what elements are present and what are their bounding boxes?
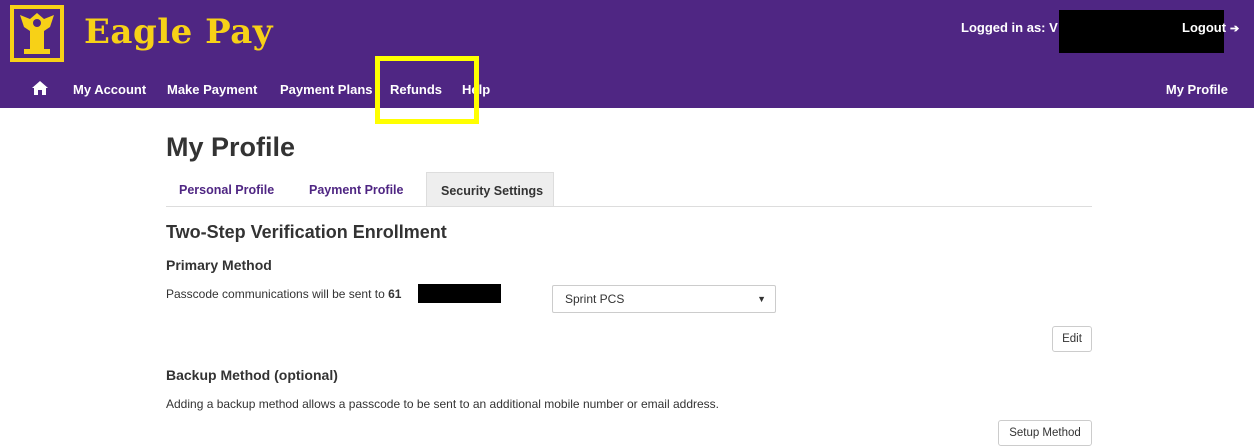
backup-method-text: Adding a backup method allows a passcode… bbox=[166, 397, 720, 411]
passcode-text: Passcode communications will be sent to bbox=[166, 287, 389, 301]
brand-title[interactable]: Eagle Pay bbox=[84, 12, 273, 52]
enrollment-title: Two-Step Verification Enrollment bbox=[166, 222, 447, 242]
tab-security-settings[interactable]: Security Settings bbox=[426, 172, 554, 206]
highlight-box bbox=[375, 56, 479, 124]
chevron-down-icon: ▼ bbox=[757, 294, 766, 304]
profile-tabs: Personal Profile Payment Profile Securit… bbox=[166, 172, 1092, 207]
phone-prefix: 61 bbox=[388, 287, 402, 301]
carrier-select[interactable]: Sprint PCS ▼ bbox=[552, 285, 776, 313]
home-icon[interactable] bbox=[31, 80, 49, 96]
primary-method-text: Passcode communications will be sent to … bbox=[166, 286, 401, 302]
nav-my-account[interactable]: My Account bbox=[73, 82, 146, 98]
main-nav: My Account Make Payment Payment Plans Re… bbox=[0, 72, 1254, 108]
logout-icon: ➔ bbox=[1230, 23, 1240, 35]
tab-payment-profile[interactable]: Payment Profile bbox=[309, 172, 403, 206]
nav-payment-plans[interactable]: Payment Plans bbox=[280, 82, 373, 98]
primary-method-heading: Primary Method bbox=[166, 257, 272, 273]
nav-my-profile[interactable]: My Profile bbox=[1166, 82, 1228, 98]
header-bar: Eagle Pay Logged in as: V Logout ➔ My Acc… bbox=[0, 0, 1254, 108]
setup-method-button[interactable]: Setup Method bbox=[998, 420, 1092, 446]
redacted-phone bbox=[418, 284, 501, 303]
tab-personal-profile[interactable]: Personal Profile bbox=[179, 172, 274, 206]
logout-link[interactable]: Logout ➔ bbox=[1182, 20, 1239, 35]
carrier-value: Sprint PCS bbox=[565, 292, 625, 306]
eagle-logo-icon[interactable] bbox=[10, 5, 64, 62]
backup-method-heading: Backup Method (optional) bbox=[166, 367, 338, 383]
nav-make-payment[interactable]: Make Payment bbox=[167, 82, 257, 98]
logout-label: Logout bbox=[1182, 20, 1227, 35]
logged-in-label: Logged in as: V bbox=[961, 20, 1058, 35]
edit-button[interactable]: Edit bbox=[1052, 326, 1092, 352]
page-title: My Profile bbox=[166, 132, 296, 162]
